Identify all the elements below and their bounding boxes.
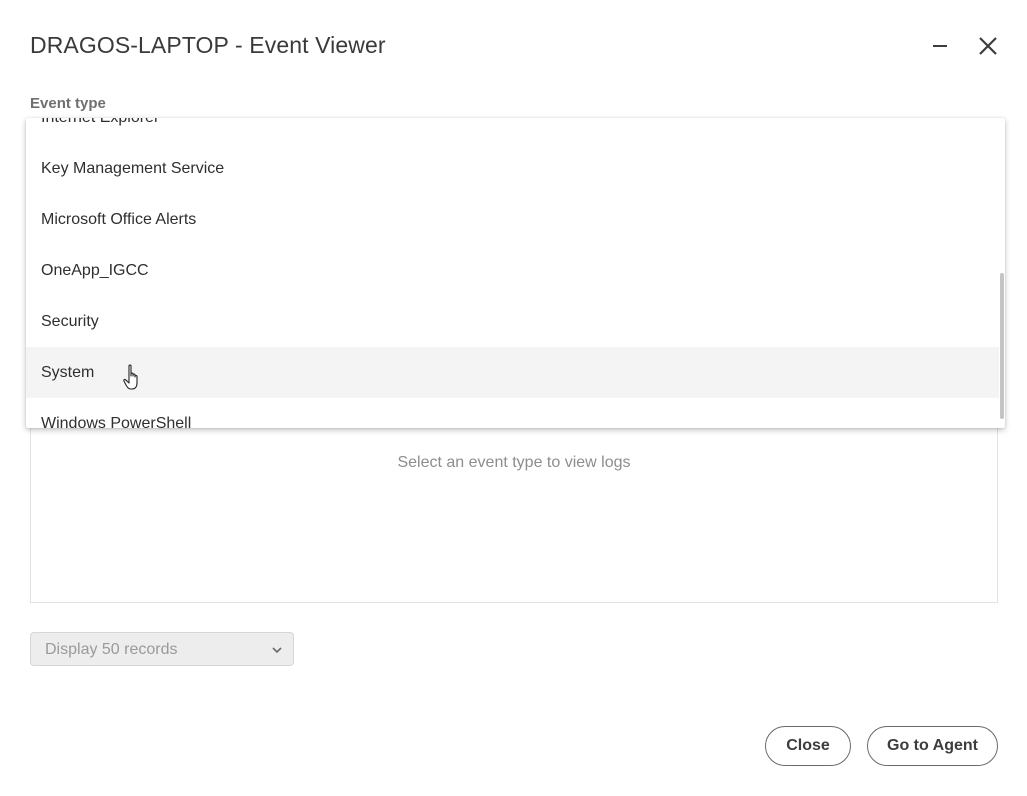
records-count-select[interactable]: Display 50 records: [30, 632, 294, 666]
dropdown-options: Internet Explorer Key Management Service…: [26, 118, 999, 428]
close-icon: [979, 37, 997, 55]
dropdown-scrollbar[interactable]: [1000, 273, 1004, 419]
records-count-value: Display 50 records: [45, 641, 178, 658]
chevron-down-icon: [272, 647, 282, 654]
dropdown-option-windows-powershell[interactable]: Windows PowerShell: [26, 398, 999, 429]
empty-state-message: Select an event type to view logs: [397, 454, 631, 471]
dropdown-option-system[interactable]: System: [26, 347, 999, 398]
dropdown-option-oneapp-igcc[interactable]: OneApp_IGCC: [26, 245, 999, 296]
minimize-icon: [933, 45, 947, 47]
event-viewer-dialog: DRAGOS-LAPTOP - Event Viewer Event type …: [0, 0, 1027, 796]
minimize-button[interactable]: [924, 30, 956, 62]
dropdown-option-security[interactable]: Security: [26, 296, 999, 347]
go-to-agent-button[interactable]: Go to Agent: [867, 726, 998, 766]
event-type-label: Event type: [30, 95, 106, 112]
event-type-dropdown-list[interactable]: Internet Explorer Key Management Service…: [26, 118, 1005, 428]
close-window-button[interactable]: [972, 30, 1004, 62]
dialog-title: DRAGOS-LAPTOP - Event Viewer: [30, 32, 386, 58]
log-panel: Select an event type to view logs: [30, 398, 998, 603]
dropdown-option-microsoft-office-alerts[interactable]: Microsoft Office Alerts: [26, 194, 999, 245]
close-button[interactable]: Close: [765, 726, 851, 766]
dropdown-option-internet-explorer[interactable]: Internet Explorer: [26, 118, 999, 143]
dropdown-option-key-management-service[interactable]: Key Management Service: [26, 143, 999, 194]
